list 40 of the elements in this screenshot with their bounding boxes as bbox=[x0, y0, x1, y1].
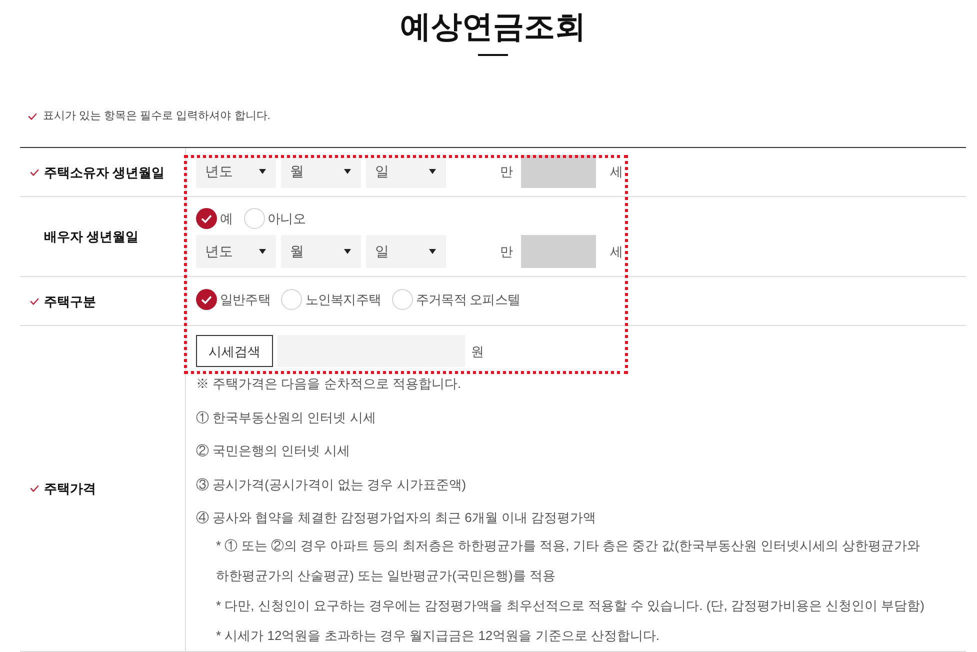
age-unit-text: 세 bbox=[610, 243, 623, 262]
age-prefix-text: 만 bbox=[500, 243, 513, 262]
field-label: 주택가격 bbox=[44, 480, 96, 498]
caret-icon bbox=[429, 249, 436, 254]
check-icon bbox=[28, 112, 37, 120]
field-label: 주택소유자 생년월일 bbox=[44, 164, 165, 182]
footnote-text: * 다만, 신청인이 요구하는 경우에는 감정평가액을 최우선적으로 적용할 수 있습니다. (단, 감정평가비용은 신청인이 부담함) bbox=[215, 596, 926, 615]
radio-option[interactable]: 노인복지주택 bbox=[281, 288, 382, 310]
caret-icon bbox=[344, 249, 351, 254]
page-title: 예상연금조회 bbox=[399, 8, 587, 46]
price-search-button[interactable]: 시세검색 bbox=[196, 335, 273, 368]
dropdown[interactable]: 월 bbox=[281, 235, 361, 268]
field-label: 주택구분 bbox=[44, 292, 96, 311]
age-field[interactable] bbox=[521, 155, 596, 188]
radio-option[interactable]: 예 bbox=[196, 208, 233, 229]
dropdown[interactable]: 일 bbox=[366, 235, 446, 268]
age-unit-text: 세 bbox=[610, 163, 623, 182]
dropdown[interactable]: 월 bbox=[281, 155, 361, 188]
radio-option[interactable]: 일반주택 bbox=[196, 288, 270, 310]
age-prefix-text: 만 bbox=[500, 163, 513, 182]
criteria-item: ① 한국부동산원의 인터넷 시세 bbox=[196, 408, 377, 427]
dropdown[interactable]: 년도 bbox=[196, 155, 276, 188]
field-label: 배우자 생년월일 bbox=[44, 228, 139, 246]
footnote-text: * 시세가 12억원을 초과하는 경우 월지급금은 12억원을 기준으로 산정합니다. bbox=[215, 626, 660, 645]
dropdown[interactable]: 일 bbox=[366, 155, 446, 188]
footnote-text: * ① 또는 ②의 경우 아파트 등의 최저층은 하한평균가를 적용, 기타 층은 중간 값(한국부동산원 인터넷시세의 상한평균가와 하한평균가의 산술평균) 또는 일반평균가(국민은행)를 적용 bbox=[215, 536, 922, 585]
note-text: ※ 주택가격은 다음을 순차적으로 적용합니다. bbox=[196, 375, 462, 394]
age-field[interactable] bbox=[521, 235, 596, 268]
radio-option[interactable]: 주거목적 오피스텔 bbox=[392, 288, 520, 310]
radio-option[interactable]: 아니오 bbox=[244, 208, 306, 229]
caret-icon bbox=[259, 249, 266, 254]
caret-icon bbox=[259, 169, 266, 174]
criteria-item: ② 국민은행의 인터넷 시세 bbox=[196, 442, 351, 460]
criteria-item: ④ 공사와 협약을 체결한 감정평가업자의 최근 6개월 이내 감정평가액 bbox=[196, 509, 598, 528]
currency-unit-text: 원 bbox=[471, 342, 484, 361]
required-note: 표시가 있는 항목은 필수로 입력하셔야 합니다. bbox=[43, 109, 270, 124]
criteria-item: ③ 공시가격(공시가격이 없는 경우 시가표준액) bbox=[196, 476, 468, 494]
dropdown[interactable]: 년도 bbox=[196, 235, 276, 268]
caret-icon bbox=[429, 169, 436, 174]
caret-icon bbox=[344, 169, 351, 174]
